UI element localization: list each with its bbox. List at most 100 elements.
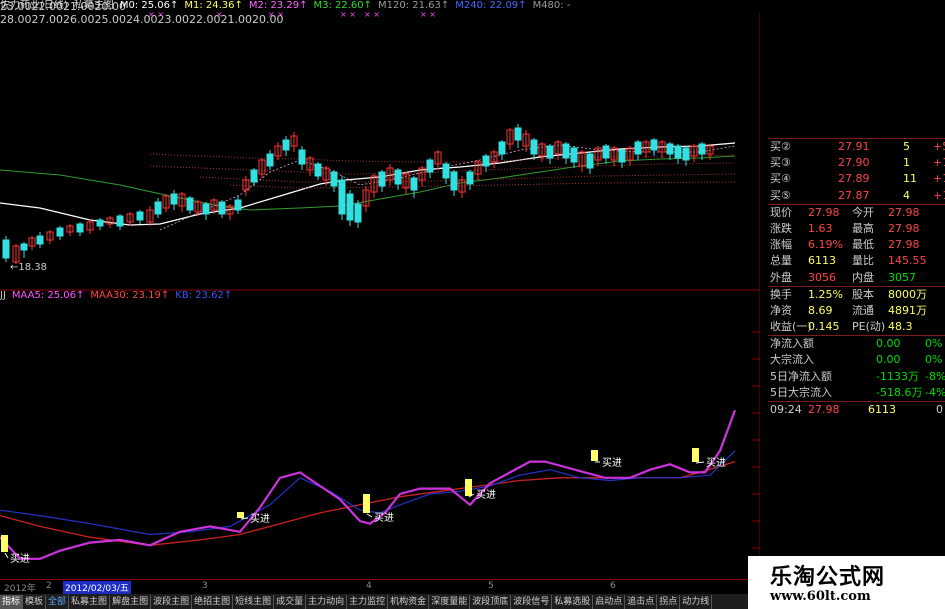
- stat-label: 量比: [852, 254, 874, 268]
- flow-label: 净流入额: [770, 337, 814, 351]
- stat-value: 4891万: [888, 303, 927, 317]
- stat-value: 48.3: [888, 320, 913, 334]
- candle-body: [202, 203, 210, 215]
- candle-body: [36, 235, 44, 245]
- tick-time: 09:24: [770, 403, 802, 416]
- flow-percent: -4%: [925, 385, 945, 399]
- indicator-tab[interactable]: 机构资金: [388, 595, 430, 609]
- candle-body: [314, 163, 322, 177]
- flow-value: 0.00: [876, 337, 901, 351]
- date-tick: 5: [488, 581, 494, 591]
- date-axis: 2012年 2 2012/02/03/五 3 4 5 6: [0, 579, 760, 594]
- indicator-tab[interactable]: 模板: [23, 595, 47, 609]
- stat-label: 股本: [852, 287, 874, 301]
- candle-body: [450, 171, 458, 191]
- flow-label: 5日净流入额: [770, 369, 832, 383]
- stat-row: 净资 8.69 流通 4891万: [768, 303, 945, 319]
- tick-direction: 0: [936, 403, 943, 416]
- signal-mark: × ×: [364, 10, 380, 19]
- buy-signal-label: 买进: [476, 489, 496, 501]
- buy-signal-label: 买进: [602, 457, 622, 469]
- indicator-tab[interactable]: 波段主图: [151, 595, 193, 609]
- stat-value: 8000万: [888, 287, 927, 301]
- flow-row: 净流入额 0.00 0%: [768, 335, 945, 352]
- bid-volume: 5: [903, 140, 910, 153]
- stat-label: 外盘: [770, 270, 792, 284]
- candle-body: [330, 171, 338, 187]
- indicator-tab[interactable]: 主力动向: [306, 595, 348, 609]
- flow-percent: 0%: [925, 353, 943, 367]
- date-cursor: 2012/02/03/五: [63, 581, 131, 594]
- buy-signal-label: 买进: [706, 457, 726, 469]
- stat-label: 涨跌: [770, 221, 792, 235]
- bid-label: 买③: [770, 156, 791, 170]
- tick-price: 27.98: [808, 403, 840, 416]
- candle-body: [170, 193, 178, 205]
- candle-body: [530, 139, 538, 155]
- indicator-tab[interactable]: 波段顶底: [470, 595, 512, 609]
- indicator-tab[interactable]: 短线主图: [233, 595, 275, 609]
- bid-label: 买⑤: [770, 188, 791, 202]
- indicator-tab[interactable]: 主力监控: [347, 595, 389, 609]
- indicator-tab[interactable]: 私募主图: [69, 595, 111, 609]
- legend-item: M120: 21.63↑: [378, 0, 450, 11]
- indicator-tab[interactable]: 全部: [46, 595, 70, 609]
- bid-row: 买③ 27.90 1 +1: [768, 155, 945, 171]
- bid-change: +1: [933, 156, 945, 170]
- buy-signal-label: 买进: [10, 553, 30, 565]
- flow-percent: -8%: [925, 369, 945, 383]
- stat-value: 8.69: [808, 303, 833, 317]
- stat-value: 145.55: [888, 254, 927, 268]
- buy-signal-bar: [692, 448, 699, 462]
- legend-item: M480: -: [532, 0, 571, 11]
- buy-signal-bar: [237, 512, 244, 518]
- candle-body: [2, 239, 10, 259]
- candle-body: [76, 223, 84, 233]
- stat-label: 现价: [770, 205, 792, 219]
- candle-body: [234, 199, 242, 211]
- indicator-tab[interactable]: 指标: [0, 595, 24, 609]
- flow-label: 5日大宗流入: [770, 385, 832, 399]
- signal-mark: × ×: [340, 10, 356, 19]
- stat-row: 收益(一) 0.145 PE(动) 48.3: [768, 319, 945, 335]
- indicator-tab[interactable]: 绝招主图: [192, 595, 234, 609]
- candle-body: [218, 201, 226, 215]
- bid-label: 买②: [770, 140, 791, 153]
- bid-row: 买② 27.91 5 +5: [768, 138, 945, 155]
- stat-value: 6113: [808, 254, 836, 268]
- candle-body: [546, 145, 554, 159]
- indicator-tab[interactable]: 私募选股: [552, 595, 594, 609]
- watermark-title: 乐淘公式网: [770, 565, 886, 590]
- buy-signal-bar: [465, 479, 472, 496]
- stat-label: 收益(一): [770, 320, 812, 334]
- signal-mark: × ×: [268, 10, 284, 19]
- stat-value: 1.25%: [808, 287, 843, 301]
- indicator-tab[interactable]: 追击点: [625, 595, 658, 609]
- indicator-tab[interactable]: 深度量能: [429, 595, 471, 609]
- indicator-tab[interactable]: 解盘主图: [110, 595, 152, 609]
- candle-body: [154, 201, 162, 215]
- candle-body: [394, 169, 402, 185]
- signal-mark: ×: [216, 10, 223, 19]
- legend-item: M1: 24.36↑: [184, 0, 243, 11]
- candle-body: [466, 171, 474, 185]
- signal-mark: × ×: [148, 10, 164, 19]
- legend-item: MAA5: 25.06↑: [11, 290, 85, 301]
- quote-panel: 买② 27.91 5 +5 买③ 27.90 1 +1 买④ 27.89 11 +11 买⑤ 27.87 4…: [768, 138, 945, 438]
- indicator-tab[interactable]: 动力线: [680, 595, 713, 609]
- stat-row: 换手 1.25% 股本 8000万: [768, 285, 945, 303]
- bid-label: 买④: [770, 172, 791, 186]
- stat-row: 涨跌 1.63 最高 27.98: [768, 221, 945, 237]
- indicator-tab[interactable]: 波段信号: [511, 595, 553, 609]
- stat-value: 3057: [888, 270, 916, 284]
- stat-label: 最高: [852, 221, 874, 235]
- indicator-tab[interactable]: 启动点: [593, 595, 626, 609]
- top-signal-marks: × × × × × × × × × × ×: [0, 11, 760, 19]
- indicator-tab[interactable]: 拐点: [657, 595, 681, 609]
- bid-price: 27.87: [838, 188, 870, 202]
- candle-body: [666, 143, 674, 155]
- stat-row: 总量 6113 量比 145.55: [768, 253, 945, 269]
- buy-signal-bar: [1, 535, 8, 552]
- stat-row: 涨幅 6.19% 最低 27.98: [768, 237, 945, 253]
- indicator-tab[interactable]: 成交量: [274, 595, 307, 609]
